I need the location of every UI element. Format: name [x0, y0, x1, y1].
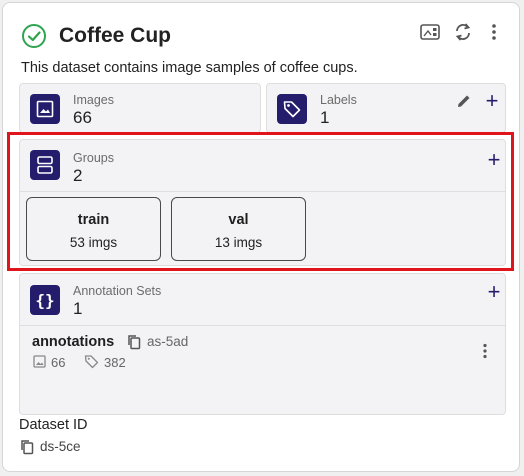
- dataset-id-value: ds-5ce: [40, 439, 81, 454]
- group-name: train: [77, 212, 110, 228]
- sync-icon[interactable]: [452, 21, 474, 43]
- tag-icon: [84, 354, 99, 374]
- annotation-set-name: annotations: [32, 334, 115, 350]
- images-stat-tile[interactable]: Images 66: [19, 83, 261, 133]
- add-group-button[interactable]: +: [483, 149, 505, 171]
- dataset-card: Coffee Cup This dataset contains image s…: [2, 2, 520, 472]
- image-icon: [33, 355, 46, 373]
- add-label-button[interactable]: +: [481, 90, 503, 112]
- annotation-set-id: as-5ad: [147, 334, 189, 349]
- annotation-set-row[interactable]: annotations as-5ad 66 382: [20, 326, 505, 414]
- labels-label: Labels: [320, 93, 357, 107]
- dataset-title: Coffee Cup: [59, 24, 171, 47]
- more-vertical-icon[interactable]: [474, 340, 496, 362]
- tag-icon: [277, 94, 307, 124]
- add-annotation-set-button[interactable]: +: [483, 281, 505, 303]
- pencil-icon[interactable]: [453, 90, 475, 112]
- braces-icon: {}: [30, 285, 60, 315]
- group-chip-train[interactable]: train 53 imgs: [26, 197, 161, 261]
- annotation-set-image-count: 66: [51, 355, 66, 370]
- groups-icon: [30, 150, 60, 180]
- dataset-description: This dataset contains image samples of c…: [21, 60, 358, 76]
- copy-icon[interactable]: [20, 439, 34, 460]
- group-image-count: 53 imgs: [69, 235, 118, 250]
- annotation-set-label-count: 382: [104, 355, 126, 370]
- annotation-sets-tile: {} Annotation Sets 1 + annotations as-5a…: [19, 273, 506, 415]
- divider: [20, 191, 505, 192]
- group-chip-val[interactable]: val 13 imgs: [171, 197, 306, 261]
- group-image-count: 13 imgs: [214, 235, 263, 250]
- gallery-view-icon[interactable]: [419, 21, 441, 43]
- dataset-id-label: Dataset ID: [19, 417, 88, 433]
- groups-count: 2: [73, 166, 83, 185]
- images-count: 66: [73, 108, 92, 127]
- group-name: val: [228, 212, 249, 228]
- groups-label: Groups: [73, 151, 114, 165]
- check-circle-icon: [21, 23, 47, 54]
- labels-count: 1: [320, 108, 330, 127]
- images-label: Images: [73, 93, 114, 107]
- image-icon: [30, 94, 60, 124]
- annotation-sets-count: 1: [73, 299, 83, 318]
- groups-tile: Groups 2 + train 53 imgs val 13 imgs: [19, 139, 506, 266]
- annotation-sets-label: Annotation Sets: [73, 284, 162, 298]
- labels-stat-tile[interactable]: Labels 1 +: [266, 83, 506, 133]
- copy-icon[interactable]: [127, 334, 141, 355]
- more-vertical-icon[interactable]: [483, 21, 505, 43]
